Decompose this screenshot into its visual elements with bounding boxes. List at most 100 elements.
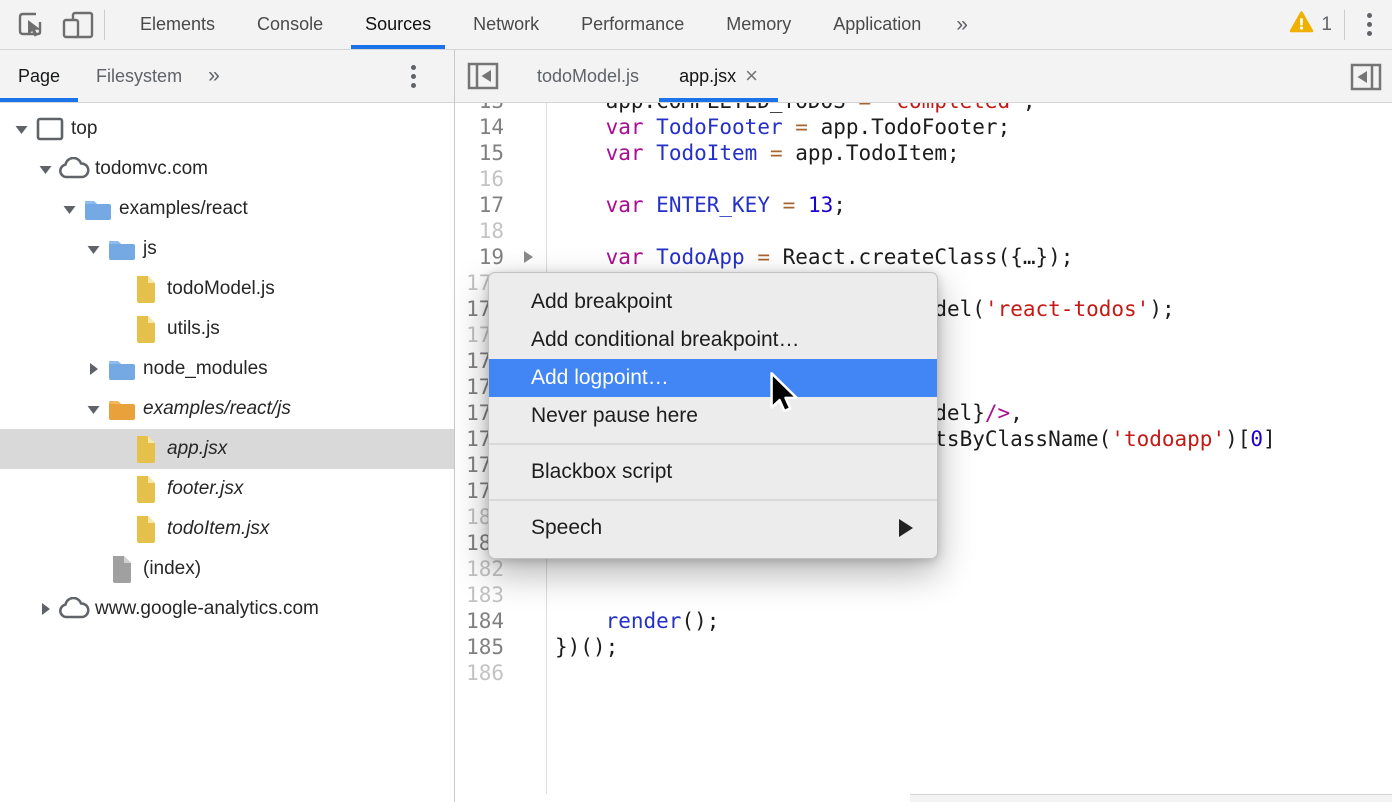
code-line[interactable]: 16 [455, 166, 1392, 192]
code-text[interactable]: var ENTER_KEY = 13; [546, 192, 846, 218]
code-text[interactable] [546, 556, 555, 582]
code-text[interactable]: })(); [546, 634, 618, 660]
menu-item-label: Add logpoint… [531, 366, 669, 390]
code-text[interactable] [546, 218, 555, 244]
code-line[interactable]: 15 var TodoItem = app.TodoItem; [455, 140, 1392, 166]
line-number[interactable]: 186 [455, 660, 546, 686]
code-text[interactable]: app.COMPLETED_TODOS = 'completed'; [546, 103, 1035, 114]
tree-expanded-arrow-icon[interactable] [34, 162, 56, 176]
line-number[interactable]: 19 [455, 244, 546, 270]
tree-item-utils-js[interactable]: utils.js [0, 309, 454, 349]
folder-blue-icon [80, 197, 116, 222]
warnings-badge[interactable]: 1 [1289, 10, 1332, 39]
device-toolbar-icon[interactable] [60, 8, 96, 42]
tree-expanded-arrow-icon[interactable] [10, 122, 32, 136]
menu-item-add-conditional-breakpoint[interactable]: Add conditional breakpoint… [489, 321, 937, 359]
file-yellow-icon [128, 315, 164, 344]
code-line[interactable]: 184 render(); [455, 608, 1392, 634]
menu-item-label: Blackbox script [531, 460, 672, 484]
navigator-tab-filesystem[interactable]: Filesystem [78, 50, 200, 102]
tab-sources[interactable]: Sources [344, 0, 452, 49]
line-number[interactable]: 185 [455, 634, 546, 660]
navigator-more-tabs-chevron[interactable]: » [200, 64, 228, 88]
tab-application[interactable]: Application [812, 0, 942, 49]
show-debugger-panel-icon[interactable] [1348, 60, 1384, 94]
editor-tab-app-jsx[interactable]: app.jsx× [659, 50, 778, 102]
menu-item-label: Never pause here [531, 404, 698, 428]
tree-item-todomodel-js[interactable]: todoModel.js [0, 269, 454, 309]
code-text[interactable]: var TodoItem = app.TodoItem; [546, 140, 960, 166]
menu-item-never-pause-here[interactable]: Never pause here [489, 397, 937, 435]
line-number[interactable]: 17 [455, 192, 546, 218]
tree-item-footer-jsx[interactable]: footer.jsx [0, 469, 454, 509]
tree-item-app-jsx[interactable]: app.jsx [0, 429, 454, 469]
code-line[interactable]: 182 [455, 556, 1392, 582]
navigator-header: PageFilesystem » [0, 50, 454, 103]
inspect-element-icon[interactable] [12, 8, 48, 42]
tree-item-js[interactable]: js [0, 229, 454, 269]
tab-network[interactable]: Network [452, 0, 560, 49]
line-number[interactable]: 182 [455, 556, 546, 582]
code-line[interactable]: 17 var ENTER_KEY = 13; [455, 192, 1392, 218]
file-yellow-icon [128, 435, 164, 464]
tree-item-label: todomvc.com [95, 158, 208, 180]
close-tab-icon[interactable]: × [745, 65, 758, 87]
tree-expanded-arrow-icon[interactable] [58, 202, 80, 216]
tree-item-examples-react-js[interactable]: examples/react/js [0, 389, 454, 429]
navigator-menu-icon[interactable] [401, 59, 426, 94]
main-tabs: ElementsConsoleSourcesNetworkPerformance… [119, 0, 942, 49]
code-line[interactable]: 14 var TodoFooter = app.TodoFooter; [455, 114, 1392, 140]
tree-item-www-google-analytics-com[interactable]: www.google-analytics.com [0, 589, 454, 629]
code-text[interactable] [546, 582, 555, 608]
hide-navigator-icon[interactable] [465, 59, 501, 93]
frame-icon [32, 115, 68, 143]
code-text[interactable] [546, 660, 555, 686]
tree-expanded-arrow-icon[interactable] [82, 402, 104, 416]
tab-memory[interactable]: Memory [705, 0, 812, 49]
line-number[interactable]: 16 [455, 166, 546, 192]
menu-item-add-logpoint[interactable]: Add logpoint… [489, 359, 937, 397]
tree-item-node-modules[interactable]: node_modules [0, 349, 454, 389]
more-tabs-chevron[interactable]: » [942, 13, 982, 37]
line-number[interactable]: 183 [455, 582, 546, 608]
code-line[interactable]: 185})(); [455, 634, 1392, 660]
tree-item-top[interactable]: top [0, 109, 454, 149]
fold-collapsed-icon[interactable] [524, 251, 533, 263]
tab-elements[interactable]: Elements [119, 0, 236, 49]
code-text[interactable]: var TodoFooter = app.TodoFooter; [546, 114, 1010, 140]
submenu-arrow-icon [899, 519, 913, 537]
devtools-window: ElementsConsoleSourcesNetworkPerformance… [0, 0, 1392, 802]
tab-performance[interactable]: Performance [560, 0, 705, 49]
navigator-tab-page[interactable]: Page [0, 50, 78, 102]
menu-item-add-breakpoint[interactable]: Add breakpoint [489, 283, 937, 321]
code-text[interactable]: var TodoApp = React.createClass({…}); [546, 244, 1073, 270]
code-line[interactable]: 13 app.COMPLETED_TODOS = 'completed'; [455, 103, 1392, 114]
tree-item-examples-react[interactable]: examples/react [0, 189, 454, 229]
editor-tab-todomodel-js[interactable]: todoModel.js [517, 50, 659, 102]
tree-collapsed-arrow-icon[interactable] [34, 602, 56, 616]
code-line[interactable]: 18 [455, 218, 1392, 244]
code-line[interactable]: 19 var TodoApp = React.createClass({…}); [455, 244, 1392, 270]
tree-item-todoitem-jsx[interactable]: todoItem.jsx [0, 509, 454, 549]
tree-item-index[interactable]: (index) [0, 549, 454, 589]
menu-item-speech[interactable]: Speech [489, 509, 937, 547]
customize-menu-icon[interactable] [1357, 7, 1382, 42]
tree-expanded-arrow-icon[interactable] [82, 242, 104, 256]
editor-tab-label: todoModel.js [537, 66, 639, 87]
tree-item-label: top [71, 118, 97, 140]
code-line[interactable]: 186 [455, 660, 1392, 686]
code-text[interactable] [546, 166, 555, 192]
tree-collapsed-arrow-icon[interactable] [82, 362, 104, 376]
code-line[interactable]: 183 [455, 582, 1392, 608]
line-number[interactable]: 184 [455, 608, 546, 634]
folder-blue-icon [104, 237, 140, 262]
line-number[interactable]: 15 [455, 140, 546, 166]
menu-item-blackbox-script[interactable]: Blackbox script [489, 453, 937, 491]
tab-console[interactable]: Console [236, 0, 344, 49]
line-number[interactable]: 14 [455, 114, 546, 140]
code-text[interactable]: render(); [546, 608, 719, 634]
tree-item-todomvc-com[interactable]: todomvc.com [0, 149, 454, 189]
menu-separator [489, 499, 937, 501]
line-number[interactable]: 18 [455, 218, 546, 244]
line-number[interactable]: 13 [455, 103, 546, 114]
